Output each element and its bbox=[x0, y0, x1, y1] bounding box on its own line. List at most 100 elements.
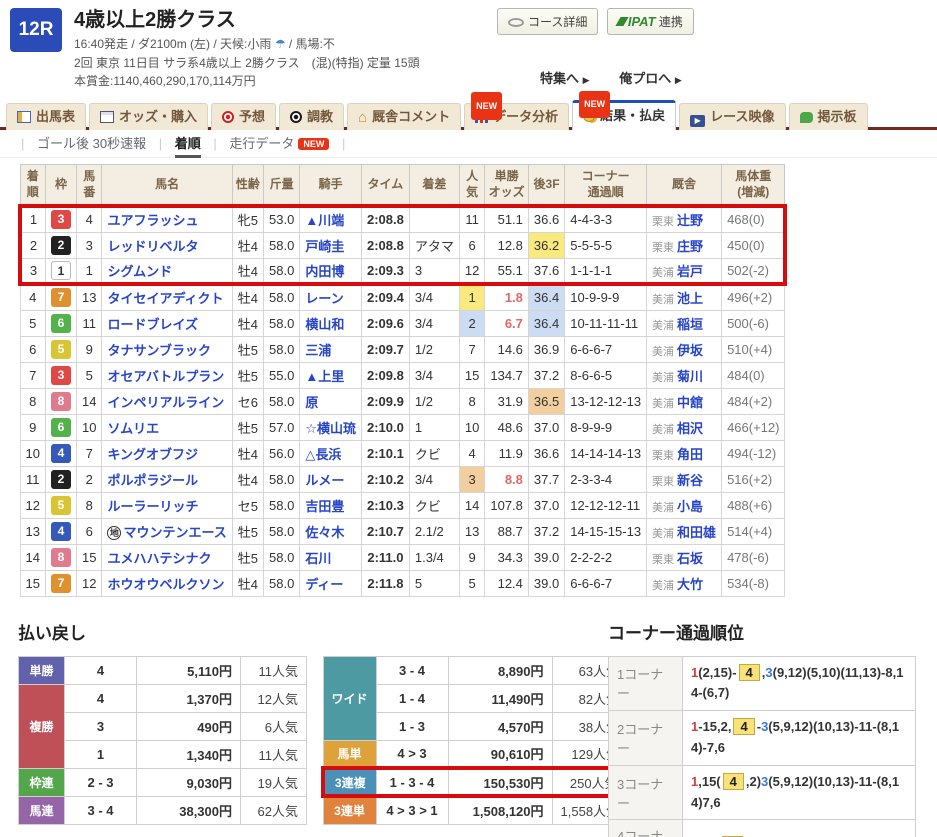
horse-name-link[interactable]: ユアフラッシュ bbox=[107, 213, 198, 228]
corner-order-cell: 8-6-6-5 bbox=[565, 362, 647, 388]
stable-cell: 美浦稲垣 bbox=[647, 310, 722, 336]
jockey-link[interactable]: ▲川端 bbox=[305, 213, 344, 228]
tab-movie-icon: ▶ bbox=[690, 115, 705, 127]
ipat-link-button[interactable]: IPAT 連携 bbox=[607, 8, 694, 35]
last3f-cell: 37.7 bbox=[528, 466, 564, 492]
horse-name-cell: タナサンブラック bbox=[102, 336, 232, 362]
frame-cell: 1 bbox=[45, 258, 76, 284]
stable-link[interactable]: 稲垣 bbox=[677, 317, 703, 332]
corner-passage-order: 1-15,2,4-3(5,9,12)(10,13)-11-(8,14)-7,6 bbox=[683, 711, 916, 766]
tab-yoso[interactable]: 予想 bbox=[211, 103, 276, 130]
horse-name-link[interactable]: ホウオウベルクソン bbox=[107, 577, 224, 592]
jockey-link[interactable]: 内田博 bbox=[305, 264, 344, 279]
frame-cell: 2 bbox=[45, 232, 76, 258]
stable-region: 美浦 bbox=[652, 320, 674, 332]
horse-name-link[interactable]: タナサンブラック bbox=[107, 343, 211, 358]
tab-comment[interactable]: ⌂厩舎コメント bbox=[347, 103, 461, 130]
jockey-link[interactable]: △長浜 bbox=[305, 447, 341, 462]
arrow-right-icon: ▶ bbox=[583, 75, 590, 85]
jockey-link[interactable]: ▲上里 bbox=[305, 369, 344, 384]
sex-age-cell: セ5 bbox=[232, 492, 263, 518]
jockey-cell: ▲上里 bbox=[300, 362, 362, 388]
tab-chokyo-icon bbox=[290, 111, 302, 123]
horse-name-link[interactable]: レッドリベルタ bbox=[107, 239, 198, 254]
horse-name-link[interactable]: キングオブフジ bbox=[107, 447, 198, 462]
stable-link[interactable]: 菊川 bbox=[677, 369, 703, 384]
margin-cell: クビ bbox=[409, 492, 459, 518]
horse-weight-cell: 494(-12) bbox=[722, 440, 785, 466]
stable-cell: 美浦相沢 bbox=[647, 414, 722, 440]
stable-link[interactable]: 岩戸 bbox=[677, 264, 703, 279]
horse-name-link[interactable]: オセアバトルプラン bbox=[107, 369, 224, 384]
course-detail-button[interactable]: コース詳細 bbox=[497, 8, 598, 35]
stable-cell: 美浦大竹 bbox=[647, 570, 722, 596]
tab-bbs[interactable]: 掲示板 bbox=[789, 103, 868, 130]
frame-cell: 6 bbox=[45, 414, 76, 440]
weight-cell: 58.0 bbox=[264, 544, 300, 570]
horse-name-link[interactable]: インペリアルライン bbox=[107, 395, 224, 410]
stable-link[interactable]: 辻野 bbox=[677, 213, 703, 228]
stable-region: 美浦 bbox=[652, 580, 674, 592]
horse-name-cell: ルーラーリッチ bbox=[102, 492, 232, 518]
jockey-link[interactable]: 吉田豊 bbox=[305, 499, 344, 514]
jockey-link[interactable]: 横山和 bbox=[305, 317, 344, 332]
frame-cell: 7 bbox=[45, 284, 76, 310]
margin-cell: 1/2 bbox=[409, 336, 459, 362]
tab-result[interactable]: NEW結果・払戻 bbox=[572, 100, 676, 130]
horse-name-link[interactable]: マウンテンエース bbox=[123, 525, 226, 540]
stable-link[interactable]: 和田雄 bbox=[677, 525, 716, 540]
horse-name-link[interactable]: ルーラーリッチ bbox=[107, 499, 198, 514]
payout-table-left: 単勝45,110円11人気複勝41,370円12人気3490円6人気11,340… bbox=[18, 656, 307, 825]
stable-cell: 栗東新谷 bbox=[647, 466, 722, 492]
tab-label: 厩舎コメント bbox=[372, 109, 450, 124]
subnav-goal-30sec[interactable]: ゴール後 30秒速報 bbox=[37, 136, 146, 151]
jockey-link[interactable]: 石川 bbox=[305, 551, 331, 566]
horse-name-link[interactable]: シグムンド bbox=[107, 264, 172, 279]
stable-link[interactable]: 池上 bbox=[677, 291, 703, 306]
orepro-link[interactable]: 俺プロへ ▶ bbox=[619, 71, 682, 86]
jockey-cell: 内田博 bbox=[300, 258, 362, 284]
stable-link[interactable]: 大竹 bbox=[677, 577, 703, 592]
subnav-chakujun[interactable]: 着順 bbox=[175, 136, 201, 158]
jockey-link[interactable]: 三浦 bbox=[305, 343, 331, 358]
stable-region: 美浦 bbox=[652, 398, 674, 410]
column-header: 人 気 bbox=[459, 165, 484, 207]
jockey-link[interactable]: 原 bbox=[305, 395, 318, 410]
payout-popularity: 11人気 bbox=[241, 740, 307, 768]
tab-movie[interactable]: ▶レース映像 bbox=[679, 103, 785, 130]
popularity-cell: 8 bbox=[459, 388, 484, 414]
payout-amount: 1,340円 bbox=[137, 740, 241, 768]
jockey-link[interactable]: 佐々木 bbox=[305, 525, 344, 540]
tab-data[interactable]: NEWデータ分析 bbox=[464, 103, 569, 130]
horse-name-link[interactable]: タイセイアディクト bbox=[107, 291, 223, 306]
stable-link[interactable]: 相沢 bbox=[677, 421, 703, 436]
weight-cell: 53.0 bbox=[264, 206, 300, 232]
horse-name-link[interactable]: ポルポラジール bbox=[107, 473, 198, 488]
horse-name-link[interactable]: ソムリエ bbox=[107, 421, 159, 436]
jockey-link[interactable]: ディー bbox=[305, 577, 343, 592]
payout-popularity: 62人気 bbox=[241, 796, 307, 824]
stable-link[interactable]: 中舘 bbox=[677, 395, 703, 410]
tab-shutsuba[interactable]: 出馬表 bbox=[6, 103, 86, 130]
rank-cell: 6 bbox=[20, 336, 45, 362]
subnav-soko-data[interactable]: 走行データ bbox=[229, 136, 294, 151]
jockey-link[interactable]: 戸崎圭 bbox=[305, 239, 344, 254]
jockey-link[interactable]: ルメー bbox=[305, 473, 344, 488]
tab-odds[interactable]: オッズ・購入 bbox=[89, 103, 208, 130]
stable-link[interactable]: 庄野 bbox=[677, 239, 703, 254]
stable-link[interactable]: 小島 bbox=[677, 499, 703, 514]
corner-order-cell: 14-15-15-13 bbox=[565, 518, 647, 544]
tab-chokyo[interactable]: 調教 bbox=[279, 103, 344, 130]
jockey-link[interactable]: ☆横山琉 bbox=[305, 421, 356, 436]
tokushu-link[interactable]: 特集へ ▶ bbox=[540, 71, 590, 86]
jockey-cell: ▲川端 bbox=[300, 206, 362, 232]
jockey-link[interactable]: レーン bbox=[305, 291, 343, 306]
stable-link[interactable]: 角田 bbox=[677, 447, 703, 462]
frame-cell: 7 bbox=[45, 570, 76, 596]
race-header: 12R 4歳以上2勝クラス 16:40発走 / ダ2100m (左) / 天候:… bbox=[0, 0, 937, 100]
stable-link[interactable]: 石坂 bbox=[677, 551, 703, 566]
horse-name-link[interactable]: ロードブレイズ bbox=[107, 317, 198, 332]
stable-link[interactable]: 新谷 bbox=[677, 473, 703, 488]
stable-link[interactable]: 伊坂 bbox=[677, 343, 703, 358]
horse-name-link[interactable]: ユメハハテシナク bbox=[107, 551, 211, 566]
